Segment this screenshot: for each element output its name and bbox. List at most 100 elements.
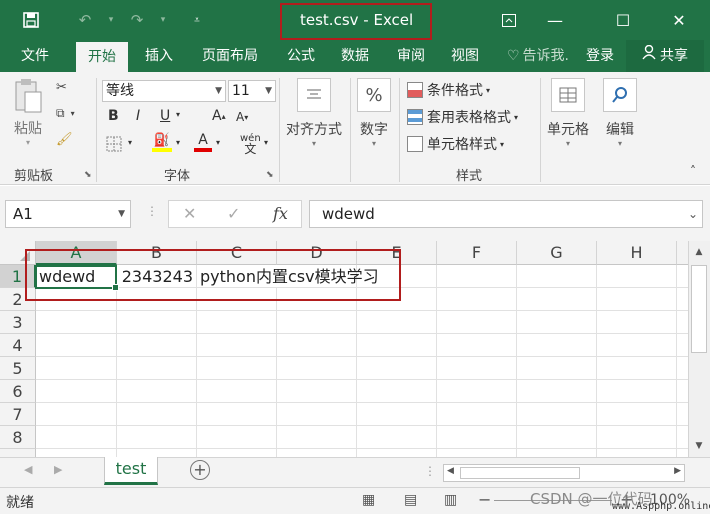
grid-cell[interactable] bbox=[437, 288, 517, 311]
grid-cell[interactable] bbox=[597, 265, 677, 288]
cell-styles-button[interactable]: 单元格样式 ▾ bbox=[407, 134, 504, 154]
underline-dropdown-icon[interactable]: ▾ bbox=[176, 110, 180, 119]
grid-cell[interactable] bbox=[437, 265, 517, 288]
fill-color-button[interactable]: ⛽ bbox=[152, 134, 172, 152]
hscroll-thumb[interactable] bbox=[460, 467, 580, 479]
grid-cell[interactable] bbox=[597, 380, 677, 403]
alignment-button[interactable]: 对齐方式 ▾ bbox=[283, 78, 345, 148]
insert-function-icon[interactable]: fx bbox=[273, 204, 288, 223]
save-icon[interactable] bbox=[18, 8, 44, 32]
italic-button[interactable]: I bbox=[136, 108, 140, 124]
grid-cell[interactable] bbox=[437, 311, 517, 334]
copy-icon[interactable]: ⧉ ▾ bbox=[56, 106, 75, 121]
tab-file[interactable]: 文件 bbox=[10, 40, 60, 72]
scroll-thumb[interactable] bbox=[691, 265, 707, 353]
grid-cell[interactable] bbox=[677, 334, 688, 357]
tab-view[interactable]: 视图 bbox=[442, 40, 488, 72]
tab-data[interactable]: 数据 bbox=[332, 40, 378, 72]
undo-icon[interactable]: ↶ bbox=[72, 8, 98, 32]
grid-cell[interactable] bbox=[517, 334, 597, 357]
grid-cell[interactable] bbox=[277, 311, 357, 334]
name-box[interactable]: A1 ▼ bbox=[5, 200, 131, 228]
border-icon[interactable] bbox=[106, 136, 122, 152]
grid-cell[interactable] bbox=[197, 357, 277, 380]
row-header[interactable] bbox=[0, 449, 36, 457]
grid-cell[interactable] bbox=[36, 449, 117, 457]
page-break-view-icon[interactable]: ▥ bbox=[444, 492, 457, 508]
grid-cell[interactable] bbox=[517, 357, 597, 380]
ribbon-display-icon[interactable] bbox=[488, 0, 530, 40]
row-header[interactable]: 3 bbox=[0, 311, 36, 334]
conditional-format-button[interactable]: 条件格式 ▾ bbox=[407, 80, 490, 100]
expand-formula-icon[interactable]: ⌄ bbox=[688, 201, 698, 227]
column-header[interactable] bbox=[677, 241, 688, 265]
redo-icon[interactable]: ↷ bbox=[124, 8, 150, 32]
cells-button[interactable]: 单元格 ▾ bbox=[544, 78, 592, 148]
format-painter-icon[interactable]: 🖌 bbox=[56, 132, 73, 147]
phonetic-dropdown-icon[interactable]: ▾ bbox=[264, 138, 268, 147]
phonetic-button[interactable]: wén 文 bbox=[240, 134, 261, 156]
number-format-button[interactable]: % 数字 ▾ bbox=[354, 78, 394, 148]
grid-cell[interactable] bbox=[437, 380, 517, 403]
drag-handle-icon[interactable]: ⋮ bbox=[146, 204, 158, 218]
grid-cell[interactable] bbox=[117, 403, 197, 426]
column-header[interactable]: F bbox=[437, 241, 517, 265]
grid-cell[interactable] bbox=[517, 426, 597, 449]
tab-page-layout[interactable]: 页面布局 bbox=[192, 40, 268, 72]
login-link[interactable]: 登录 bbox=[580, 40, 620, 72]
enter-icon[interactable]: ✓ bbox=[227, 204, 240, 223]
grid-cell[interactable] bbox=[357, 380, 437, 403]
grid-cell[interactable] bbox=[357, 449, 437, 457]
tell-me-search[interactable]: ♡ 告诉我. bbox=[500, 40, 576, 72]
grid-cell[interactable] bbox=[357, 311, 437, 334]
grid-cell[interactable] bbox=[36, 334, 117, 357]
grid-cell[interactable] bbox=[197, 403, 277, 426]
row-header[interactable]: 7 bbox=[0, 403, 36, 426]
grid-cell[interactable] bbox=[36, 426, 117, 449]
grid-cell[interactable] bbox=[517, 380, 597, 403]
scroll-up-icon[interactable]: ▲ bbox=[692, 247, 706, 261]
grid-cell[interactable] bbox=[677, 311, 688, 334]
grid-cell[interactable] bbox=[677, 265, 688, 288]
row-header[interactable]: 4 bbox=[0, 334, 36, 357]
grid-cell[interactable] bbox=[36, 357, 117, 380]
grid-cell[interactable] bbox=[437, 357, 517, 380]
cancel-icon[interactable]: ✕ bbox=[183, 204, 196, 223]
tab-review[interactable]: 审阅 bbox=[388, 40, 434, 72]
font-color-dropdown-icon[interactable]: ▾ bbox=[216, 138, 220, 147]
grid-cell[interactable] bbox=[357, 403, 437, 426]
add-sheet-icon[interactable]: + bbox=[190, 460, 210, 480]
tab-home[interactable]: 开始 bbox=[76, 42, 128, 72]
editing-button[interactable]: 编辑 ▾ bbox=[598, 78, 642, 148]
grid-cell[interactable] bbox=[357, 426, 437, 449]
tab-insert[interactable]: 插入 bbox=[136, 40, 182, 72]
normal-view-icon[interactable]: ▦ bbox=[362, 492, 375, 508]
column-header[interactable]: H bbox=[597, 241, 677, 265]
grid-cell[interactable] bbox=[117, 311, 197, 334]
grid-cell[interactable] bbox=[677, 403, 688, 426]
column-header[interactable]: G bbox=[517, 241, 597, 265]
grid-cell[interactable] bbox=[197, 311, 277, 334]
grid-cell[interactable] bbox=[597, 426, 677, 449]
border-dropdown-icon[interactable]: ▾ bbox=[128, 138, 132, 147]
row-header[interactable]: 6 bbox=[0, 380, 36, 403]
grid-cell[interactable] bbox=[597, 357, 677, 380]
grid-cell[interactable] bbox=[677, 449, 688, 457]
grid-cell[interactable] bbox=[277, 380, 357, 403]
grid-cell[interactable] bbox=[277, 357, 357, 380]
tab-formulas[interactable]: 公式 bbox=[278, 40, 324, 72]
grid-cell[interactable] bbox=[357, 334, 437, 357]
scroll-down-icon[interactable]: ▼ bbox=[692, 441, 706, 455]
font-name-combo[interactable]: 等线 ▼ bbox=[102, 80, 226, 102]
grid-cell[interactable] bbox=[517, 403, 597, 426]
tab-split-handle-icon[interactable]: ⋮ bbox=[424, 464, 436, 478]
grid-cell[interactable] bbox=[117, 357, 197, 380]
grid-cell[interactable] bbox=[517, 288, 597, 311]
grid-cell[interactable] bbox=[277, 426, 357, 449]
grid-cell[interactable] bbox=[357, 357, 437, 380]
grid-cell[interactable] bbox=[277, 403, 357, 426]
row-header[interactable]: 5 bbox=[0, 357, 36, 380]
grid-cell[interactable] bbox=[597, 311, 677, 334]
scroll-right-icon[interactable]: ▶ bbox=[674, 466, 681, 476]
grid-cell[interactable] bbox=[677, 380, 688, 403]
